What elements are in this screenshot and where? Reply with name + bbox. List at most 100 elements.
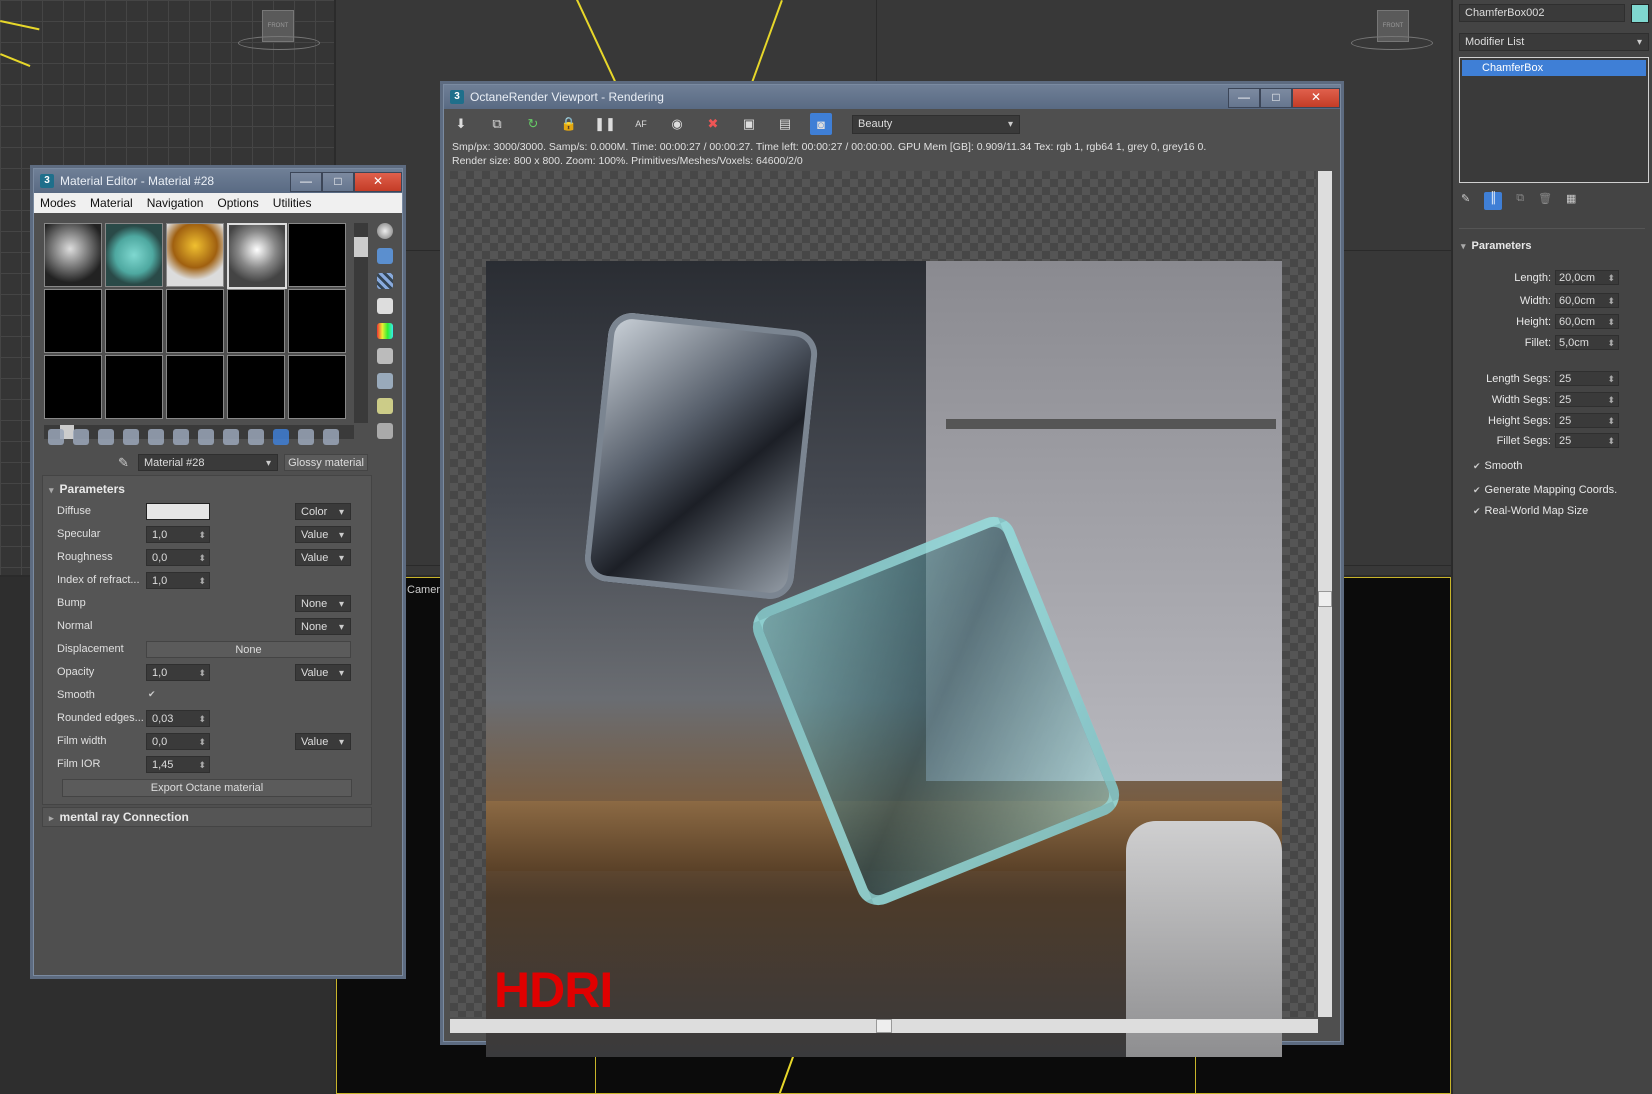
sample-slot-7[interactable] — [105, 289, 163, 353]
maximize-button[interactable]: □ — [322, 172, 354, 192]
sample-type-icon[interactable] — [377, 223, 393, 239]
go-forward-sibling-icon[interactable] — [323, 429, 339, 445]
maximize-button[interactable]: □ — [1260, 88, 1292, 108]
auto-focus-icon[interactable]: AF — [630, 113, 652, 135]
sample-slot-12[interactable] — [105, 355, 163, 419]
sample-slot-9[interactable] — [227, 289, 285, 353]
menu-material[interactable]: Material — [90, 196, 133, 210]
sample-slot-13[interactable] — [166, 355, 224, 419]
menu-options[interactable]: Options — [217, 196, 258, 210]
save-render-icon[interactable]: ⬇ — [450, 113, 472, 135]
specular-mode-dropdown[interactable]: Value — [295, 526, 351, 544]
restart-render-icon[interactable]: ↻ — [522, 113, 544, 135]
modifier-stack[interactable]: ChamferBox — [1459, 57, 1649, 183]
sample-slot-10[interactable] — [288, 289, 346, 353]
sample-slot-1[interactable] — [44, 223, 102, 287]
sample-uv-icon[interactable] — [377, 298, 393, 314]
parameters-rollout-title[interactable]: ▾ Parameters — [49, 482, 125, 496]
make-copy-icon[interactable] — [148, 429, 164, 445]
material-editor-titlebar[interactable]: 3 Material Editor - Material #28 — □ ✕ — [34, 169, 402, 193]
sample-slot-6[interactable] — [44, 289, 102, 353]
modifier-stack-item-chamferbox[interactable]: ChamferBox — [1462, 60, 1646, 76]
material-name-dropdown[interactable]: Material #28 — [138, 454, 278, 472]
roughness-spinner[interactable]: 0,0 — [146, 549, 210, 567]
export-octane-material-button[interactable]: Export Octane material — [62, 779, 352, 797]
diffuse-mode-dropdown[interactable]: Color — [295, 503, 351, 521]
render-vertical-scrollbar[interactable] — [1318, 171, 1332, 1017]
get-material-icon[interactable] — [48, 429, 64, 445]
fillet-spinner[interactable]: 5,0cm — [1555, 335, 1619, 350]
sample-slot-11[interactable] — [44, 355, 102, 419]
pin-stack-icon[interactable]: ✎ — [1461, 192, 1470, 210]
render-horizontal-scrollbar[interactable] — [450, 1019, 1318, 1033]
fillet-segs-spinner[interactable]: 25 — [1555, 433, 1619, 448]
diffuse-color-swatch[interactable] — [146, 503, 210, 520]
material-navigator-icon[interactable] — [377, 423, 393, 439]
camera-icon[interactable]: ◙ — [810, 113, 832, 135]
object-name-field[interactable]: ChamferBox002 — [1459, 4, 1625, 22]
sample-slot-4-selected[interactable] — [227, 223, 287, 289]
color-picker-icon[interactable]: ◉ — [666, 113, 688, 135]
modifier-list-dropdown[interactable]: Modifier List — [1459, 33, 1649, 51]
assign-material-icon[interactable] — [98, 429, 114, 445]
show-shaded-icon[interactable] — [248, 429, 264, 445]
displacement-map-button[interactable]: None — [146, 641, 351, 658]
options-icon[interactable] — [377, 373, 393, 389]
sample-slot-15[interactable] — [288, 355, 346, 419]
material-id-icon[interactable] — [223, 429, 239, 445]
octane-titlebar[interactable]: 3 OctaneRender Viewport - Rendering — □ … — [444, 85, 1340, 109]
region-render-icon[interactable]: ▣ — [738, 113, 760, 135]
sample-slot-3[interactable] — [166, 223, 224, 287]
put-to-scene-icon[interactable] — [73, 429, 89, 445]
sample-slot-8[interactable] — [166, 289, 224, 353]
close-button[interactable]: ✕ — [354, 172, 402, 192]
height-segs-spinner[interactable]: 25 — [1555, 413, 1619, 428]
eyedropper-icon[interactable]: ✎ — [118, 455, 129, 471]
material-type-button[interactable]: Glossy material — [284, 454, 368, 471]
show-end-result-icon[interactable]: ║ — [1484, 192, 1503, 210]
pause-icon[interactable]: ❚❚ — [594, 113, 616, 135]
bump-mode-dropdown[interactable]: None — [295, 595, 351, 613]
video-color-check-icon[interactable] — [377, 323, 393, 339]
height-spinner[interactable]: 60,0cm — [1555, 314, 1619, 329]
render-canvas[interactable]: HDRI — [450, 171, 1316, 1057]
width-segs-spinner[interactable]: 25 — [1555, 392, 1619, 407]
minimize-button[interactable]: — — [290, 172, 322, 192]
normal-mode-dropdown[interactable]: None — [295, 618, 351, 636]
close-button[interactable]: ✕ — [1292, 88, 1340, 108]
film-region-icon[interactable]: ▤ — [774, 113, 796, 135]
opacity-spinner[interactable]: 1,0 — [146, 664, 210, 682]
object-color-swatch[interactable] — [1631, 4, 1649, 23]
make-unique-icon[interactable]: ⧉ — [1516, 192, 1524, 210]
roughness-mode-dropdown[interactable]: Value — [295, 549, 351, 567]
menu-modes[interactable]: Modes — [40, 196, 76, 210]
sample-slot-2[interactable] — [105, 223, 163, 287]
make-preview-icon[interactable] — [377, 348, 393, 364]
show-end-result-icon[interactable] — [273, 429, 289, 445]
parameters-rollout-title[interactable]: ▾ Parameters — [1461, 240, 1531, 252]
sample-slot-14[interactable] — [227, 355, 285, 419]
sample-slot-5[interactable] — [288, 223, 346, 287]
render-pass-dropdown[interactable]: Beauty — [852, 115, 1020, 134]
lock-icon[interactable]: 🔒 — [558, 113, 580, 135]
background-icon[interactable] — [377, 273, 393, 289]
copy-render-icon[interactable]: ⧉ — [486, 113, 508, 135]
menu-navigation[interactable]: Navigation — [147, 196, 204, 210]
ior-spinner[interactable]: 1,0 — [146, 572, 210, 590]
film-width-mode-dropdown[interactable]: Value — [295, 733, 351, 751]
length-spinner[interactable]: 20,0cm — [1555, 270, 1619, 285]
mental-ray-rollout-title[interactable]: ▸ mental ray Connection — [49, 810, 189, 824]
length-segs-spinner[interactable]: 25 — [1555, 371, 1619, 386]
rounded-edges-spinner[interactable]: 0,03 — [146, 710, 210, 728]
film-width-spinner[interactable]: 0,0 — [146, 733, 210, 751]
smooth-checkbox[interactable]: Smooth — [1473, 460, 1523, 472]
generate-mapping-checkbox[interactable]: Generate Mapping Coords. — [1473, 484, 1618, 496]
specular-spinner[interactable]: 1,0 — [146, 526, 210, 544]
select-by-material-icon[interactable] — [377, 398, 393, 414]
backlight-icon[interactable] — [377, 248, 393, 264]
slots-vertical-scrollbar[interactable] — [354, 223, 368, 423]
width-spinner[interactable]: 60,0cm — [1555, 293, 1619, 308]
minimize-button[interactable]: — — [1228, 88, 1260, 108]
real-world-map-checkbox[interactable]: Real-World Map Size — [1473, 505, 1589, 517]
remove-modifier-icon[interactable]: 🗑 — [1538, 192, 1552, 210]
